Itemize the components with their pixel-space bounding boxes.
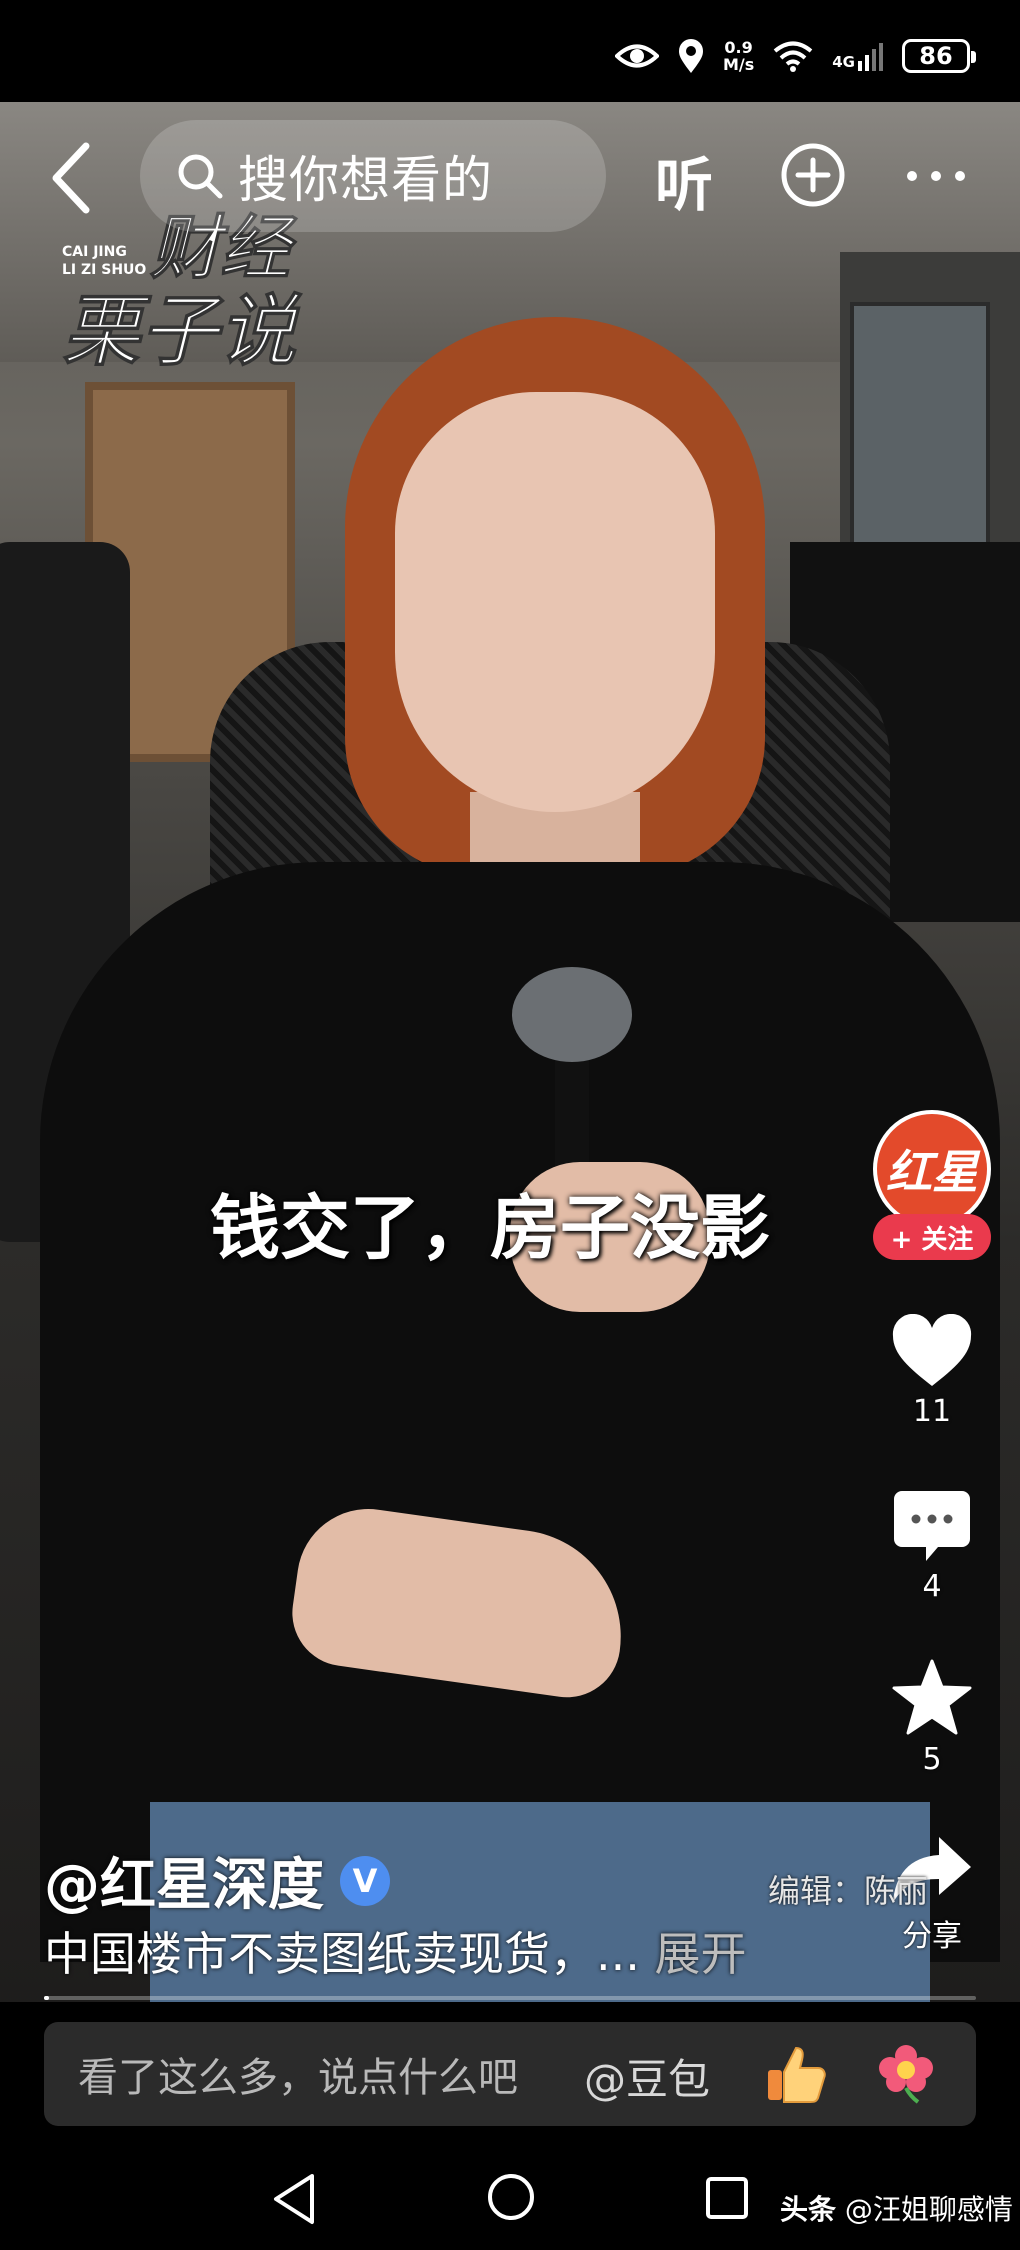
comment-input-bar[interactable]: 看了这么多，说点什么吧 @豆包 — [44, 2022, 976, 2126]
cellular-signal: 4G — [832, 41, 884, 71]
circle-home-icon — [488, 2174, 534, 2220]
share-label: 分享 — [902, 1919, 962, 1954]
wifi-icon — [773, 41, 813, 72]
thumbs-up-button[interactable] — [764, 2042, 828, 2106]
network-speed-unit: M/s — [722, 55, 755, 74]
comment-count: 4 — [922, 1569, 942, 1604]
mention-button[interactable]: @豆包 — [584, 2046, 710, 2107]
plus-circle-icon — [781, 143, 845, 207]
battery-level: 86 — [919, 42, 953, 70]
search-placeholder: 搜你想看的 — [238, 151, 493, 209]
comment-placeholder: 看了这么多，说点什么吧 — [78, 2055, 518, 2101]
source-watermark: 头条 @汪姐聊感情 — [780, 2188, 1013, 2228]
search-bar[interactable]: 搜你想看的 — [140, 120, 606, 232]
expand-link[interactable]: 展开 — [655, 1927, 747, 1981]
microphone-windscreen — [512, 967, 632, 1062]
create-button[interactable] — [780, 142, 846, 208]
system-home-button[interactable] — [486, 2172, 536, 2226]
comment-button[interactable]: 4 — [892, 1489, 972, 1604]
system-nav-bar: 头条 @汪姐聊感情 — [0, 2150, 1020, 2250]
favorite-button[interactable]: 5 — [891, 1658, 973, 1777]
eye-icon — [614, 44, 659, 68]
video-progress-fill — [44, 1996, 49, 2000]
search-icon — [178, 154, 223, 199]
battery-indicator: 86 — [902, 39, 976, 73]
author-name[interactable]: @红星深度 — [44, 1840, 324, 1921]
office-window — [850, 302, 990, 562]
comment-icon — [894, 1491, 970, 1561]
video-description[interactable]: 中国楼市不卖图纸卖现货，... 展开 — [44, 1918, 747, 1984]
logo-small-line-2: LI ZI SHUO — [62, 262, 146, 278]
logo-title-bottom: 栗子说 — [62, 287, 303, 377]
signal-bars-icon — [858, 43, 883, 71]
network-speed: 0.9 M/s — [723, 39, 754, 73]
status-bar: 0.9 M/s 4G 86 — [0, 0, 1020, 102]
watermark-app: 头条 — [780, 2193, 837, 2226]
presenter-face — [395, 392, 715, 812]
action-rail: 红星 + 关注 11 4 5 分享 — [862, 1110, 1002, 1955]
flower-button[interactable] — [874, 2042, 938, 2106]
description-text: 中国楼市不卖图纸卖现货，... — [44, 1927, 655, 1981]
system-back-button[interactable] — [270, 2172, 320, 2230]
more-options-button[interactable] — [905, 168, 967, 182]
follow-button[interactable]: + 关注 — [873, 1214, 991, 1260]
author-avatar[interactable]: 红星 — [873, 1110, 991, 1228]
avatar-text: 红星 — [886, 1145, 978, 1199]
triangle-back-icon — [274, 2174, 314, 2224]
status-icons: 0.9 M/s 4G 86 — [614, 34, 976, 78]
listen-button[interactable]: 听 — [655, 138, 713, 222]
like-count: 11 — [912, 1394, 952, 1429]
network-type: 4G — [832, 53, 855, 71]
verified-badge: V — [340, 1855, 390, 1906]
thumbs-up-icon — [768, 2046, 826, 2103]
network-speed-value: 0.9 — [724, 38, 753, 57]
square-recents-icon — [706, 2177, 748, 2219]
location-icon — [678, 39, 703, 73]
like-button[interactable]: 11 — [891, 1314, 973, 1429]
editor-credit: 编辑：陈丽 — [768, 1872, 929, 1910]
heart-icon — [892, 1314, 972, 1386]
chevron-left-icon — [52, 142, 90, 214]
flower-icon — [879, 2045, 933, 2104]
more-dots-icon — [907, 171, 965, 181]
back-button[interactable] — [44, 140, 100, 216]
author-row[interactable]: @红星深度 V — [44, 1840, 390, 1921]
system-recents-button[interactable] — [705, 2176, 749, 2224]
logo-small-line-1: CAI JING — [62, 244, 127, 260]
video-progress-bar[interactable] — [44, 1996, 976, 2000]
star-icon — [892, 1659, 972, 1735]
favorite-count: 5 — [922, 1742, 942, 1777]
watermark-user: @汪姐聊感情 — [844, 2193, 1013, 2226]
